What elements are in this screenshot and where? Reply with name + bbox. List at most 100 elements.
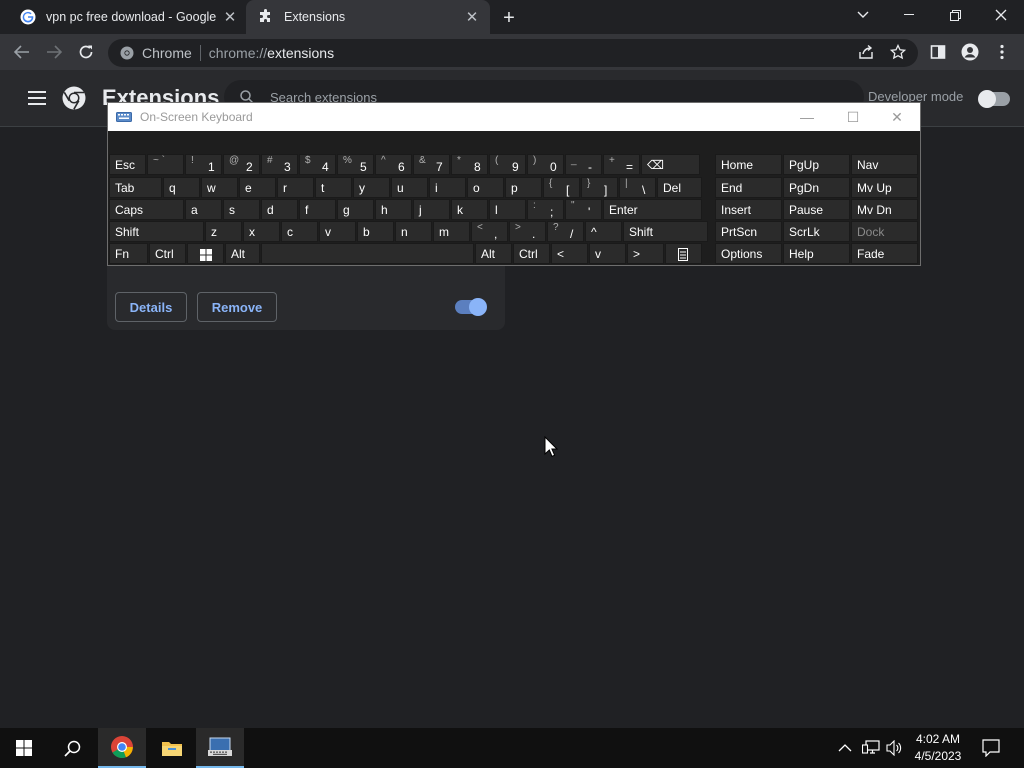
- address-bar[interactable]: Chrome chrome:// extensions: [108, 39, 918, 67]
- osk-key-g[interactable]: g: [337, 199, 374, 220]
- osk-key-options[interactable]: Options: [715, 243, 782, 264]
- osk-key-h[interactable]: h: [375, 199, 412, 220]
- osk-key-n[interactable]: n: [395, 221, 432, 242]
- osk-key-space[interactable]: [261, 243, 474, 264]
- profile-avatar-icon[interactable]: [958, 40, 982, 64]
- forward-arrow-icon[interactable]: [42, 40, 66, 64]
- bookmark-star-icon[interactable]: [886, 40, 910, 64]
- close-tab-icon[interactable]: ✕: [462, 7, 482, 27]
- osk-key-minus[interactable]: _ -: [565, 154, 602, 175]
- osk-key-a[interactable]: a: [185, 199, 222, 220]
- tab-extensions[interactable]: Extensions ✕: [246, 0, 490, 34]
- osk-title-bar[interactable]: On-Screen Keyboard — ☐ ✕: [108, 103, 920, 131]
- osk-key-f[interactable]: f: [299, 199, 336, 220]
- osk-key-equals[interactable]: + =: [603, 154, 640, 175]
- remove-button[interactable]: Remove: [197, 292, 277, 322]
- taskbar-file-explorer-button[interactable]: [148, 728, 196, 768]
- notifications-icon[interactable]: [982, 739, 1000, 762]
- reload-icon[interactable]: [74, 40, 98, 64]
- extension-enable-toggle[interactable]: [455, 298, 487, 316]
- osk-key-4[interactable]: $4: [299, 154, 336, 175]
- osk-minimize-button[interactable]: —: [784, 103, 830, 131]
- osk-key-v[interactable]: v: [319, 221, 356, 242]
- side-panel-icon[interactable]: [926, 40, 950, 64]
- restore-window-button[interactable]: [932, 0, 978, 30]
- osk-key-menu[interactable]: [665, 243, 702, 264]
- osk-key-pause[interactable]: Pause: [783, 199, 850, 220]
- taskbar-chrome-button[interactable]: [98, 728, 146, 768]
- osk-key-x[interactable]: x: [243, 221, 280, 242]
- osk-key-backspace[interactable]: ⌫: [641, 154, 700, 175]
- osk-key-lbracket[interactable]: {[: [543, 177, 580, 198]
- close-window-button[interactable]: [978, 0, 1024, 30]
- osk-key-up[interactable]: ^: [585, 221, 622, 242]
- network-icon[interactable]: [861, 740, 880, 761]
- osk-key-6[interactable]: ^ 6: [375, 154, 412, 175]
- osk-key-9[interactable]: (9: [489, 154, 526, 175]
- osk-key-enter[interactable]: Enter: [603, 199, 702, 220]
- osk-key-o[interactable]: o: [467, 177, 504, 198]
- osk-key-right[interactable]: >: [627, 243, 664, 264]
- chrome-menu-kebab-icon[interactable]: [990, 40, 1014, 64]
- back-arrow-icon[interactable]: [10, 40, 34, 64]
- osk-key-y[interactable]: y: [353, 177, 390, 198]
- osk-key-5[interactable]: % 5: [337, 154, 374, 175]
- osk-key-comma[interactable]: <,: [471, 221, 508, 242]
- show-hidden-icons-chevron-up-icon[interactable]: [838, 740, 852, 758]
- osk-key-8[interactable]: * 8: [451, 154, 488, 175]
- osk-key-lctrl[interactable]: Ctrl: [149, 243, 186, 264]
- osk-key-mv-up[interactable]: Mv Up: [851, 177, 918, 198]
- osk-key-i[interactable]: i: [429, 177, 466, 198]
- osk-key-k[interactable]: k: [451, 199, 488, 220]
- osk-key-l[interactable]: l: [489, 199, 526, 220]
- osk-key-prtscn[interactable]: PrtScn: [715, 221, 782, 242]
- osk-key-rbracket[interactable]: }]: [581, 177, 618, 198]
- osk-key-insert[interactable]: Insert: [715, 199, 782, 220]
- osk-key-q[interactable]: q: [163, 177, 200, 198]
- taskbar-search-button[interactable]: [48, 728, 96, 768]
- osk-key-c[interactable]: c: [281, 221, 318, 242]
- osk-key-win[interactable]: [187, 243, 224, 264]
- system-clock[interactable]: 4:02 AM 4/5/2023: [900, 731, 976, 765]
- osk-close-button[interactable]: ✕: [874, 103, 920, 131]
- osk-key-lshift[interactable]: Shift: [109, 221, 204, 242]
- osk-key-b[interactable]: b: [357, 221, 394, 242]
- osk-key-d[interactable]: d: [261, 199, 298, 220]
- osk-key-help[interactable]: Help: [783, 243, 850, 264]
- osk-key-scrlk[interactable]: ScrLk: [783, 221, 850, 242]
- osk-key-del[interactable]: Del: [657, 177, 702, 198]
- osk-key-u[interactable]: u: [391, 177, 428, 198]
- osk-key-e[interactable]: e: [239, 177, 276, 198]
- osk-key-home[interactable]: Home: [715, 154, 782, 175]
- osk-key-7[interactable]: & 7: [413, 154, 450, 175]
- osk-key-nav[interactable]: Nav: [851, 154, 918, 175]
- osk-key-fade[interactable]: Fade: [851, 243, 918, 264]
- osk-key-down[interactable]: v: [589, 243, 626, 264]
- osk-key-0[interactable]: ) 0: [527, 154, 564, 175]
- osk-key-fn[interactable]: Fn: [109, 243, 148, 264]
- osk-key-ralt[interactable]: Alt: [475, 243, 512, 264]
- osk-key-semicolon[interactable]: :;: [527, 199, 564, 220]
- osk-key-j[interactable]: j: [413, 199, 450, 220]
- new-tab-button[interactable]: +: [498, 7, 520, 29]
- osk-key-rctrl[interactable]: Ctrl: [513, 243, 550, 264]
- tab-google-search[interactable]: vpn pc free download - Google S ✕: [0, 0, 246, 34]
- share-icon[interactable]: [854, 40, 878, 64]
- osk-key-3[interactable]: #3: [261, 154, 298, 175]
- hamburger-menu-icon[interactable]: [28, 91, 46, 110]
- osk-key-m[interactable]: m: [433, 221, 470, 242]
- details-button[interactable]: Details: [115, 292, 187, 322]
- close-tab-icon[interactable]: ✕: [220, 7, 240, 27]
- osk-key-tilde[interactable]: ~ `: [147, 154, 184, 175]
- osk-key-z[interactable]: z: [205, 221, 242, 242]
- osk-maximize-button[interactable]: ☐: [830, 103, 876, 131]
- osk-key-pgdn[interactable]: PgDn: [783, 177, 850, 198]
- taskbar-osk-button[interactable]: [196, 728, 244, 768]
- minimize-window-button[interactable]: [886, 0, 932, 30]
- osk-key-esc[interactable]: Esc: [109, 154, 146, 175]
- osk-key-r[interactable]: r: [277, 177, 314, 198]
- osk-key-w[interactable]: w: [201, 177, 238, 198]
- osk-key-t[interactable]: t: [315, 177, 352, 198]
- osk-key-left[interactable]: <: [551, 243, 588, 264]
- osk-key-1[interactable]: ! 1: [185, 154, 222, 175]
